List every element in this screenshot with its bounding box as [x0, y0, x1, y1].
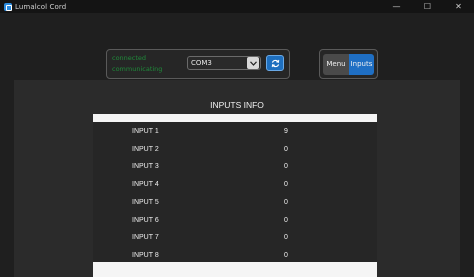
refresh-icon — [271, 59, 279, 67]
input-value: 9 — [284, 128, 288, 135]
table-header — [93, 114, 377, 122]
tab-menu[interactable]: Menu — [323, 53, 349, 75]
input-name: INPUT 2 — [132, 145, 159, 153]
tab-inputs[interactable]: Inputs — [349, 53, 374, 75]
close-button[interactable]: ✕ — [443, 0, 474, 13]
refresh-button[interactable] — [266, 55, 284, 71]
window-controls: — ☐ ✕ — [381, 0, 474, 13]
table-footer — [93, 262, 377, 277]
minimize-button[interactable]: — — [381, 0, 412, 13]
input-name: INPUT 8 — [132, 251, 159, 259]
input-value: 0 — [284, 163, 288, 171]
table-row: INPUT 7 0 — [93, 229, 377, 247]
input-value: 0 — [284, 181, 288, 189]
chevron-down-icon[interactable] — [247, 57, 259, 69]
input-name: INPUT 5 — [132, 198, 159, 206]
connection-panel: connected communicating COM3 — [106, 49, 290, 79]
inputs-info-section: INPUTS INFO INPUT 1 9 INPUT 2 0 INPUT 3 0 INPU… — [14, 80, 460, 277]
input-value: 0 — [284, 251, 288, 259]
table-row: INPUT 5 0 — [93, 194, 377, 212]
input-name: INPUT 6 — [132, 216, 159, 224]
nav-panel: Menu Inputs — [319, 49, 378, 79]
input-value: 0 — [284, 234, 288, 242]
title-bar: Lumalcol Cord — ☐ ✕ — [0, 0, 474, 13]
section-title: INPUTS INFO — [210, 100, 264, 110]
port-value: COM3 — [191, 59, 212, 67]
table-row: INPUT 1 9 — [93, 123, 377, 141]
port-select[interactable]: COM3 — [187, 56, 261, 70]
input-name: INPUT 3 — [132, 163, 159, 171]
input-value: 0 — [284, 198, 288, 206]
input-name: INPUT 7 — [132, 234, 159, 242]
table-row: INPUT 4 0 — [93, 176, 377, 194]
table-row: INPUT 3 0 — [93, 158, 377, 176]
connection-status: connected — [112, 54, 147, 62]
main-content: connected communicating COM3 Menu Inputs… — [0, 13, 474, 277]
input-value: 0 — [284, 145, 288, 153]
maximize-button[interactable]: ☐ — [412, 0, 443, 13]
table-row: INPUT 2 0 — [93, 141, 377, 159]
app-icon — [4, 2, 12, 11]
inputs-table: INPUT 1 9 INPUT 2 0 INPUT 3 0 INPUT 4 0 INPUT 5 0… — [93, 114, 377, 277]
input-name: INPUT 1 — [132, 128, 159, 135]
communication-status: communicating — [112, 65, 163, 73]
table-row: INPUT 6 0 — [93, 212, 377, 230]
window-title: Lumalcol Cord — [15, 2, 67, 11]
input-value: 0 — [284, 216, 288, 224]
input-name: INPUT 4 — [132, 181, 159, 189]
